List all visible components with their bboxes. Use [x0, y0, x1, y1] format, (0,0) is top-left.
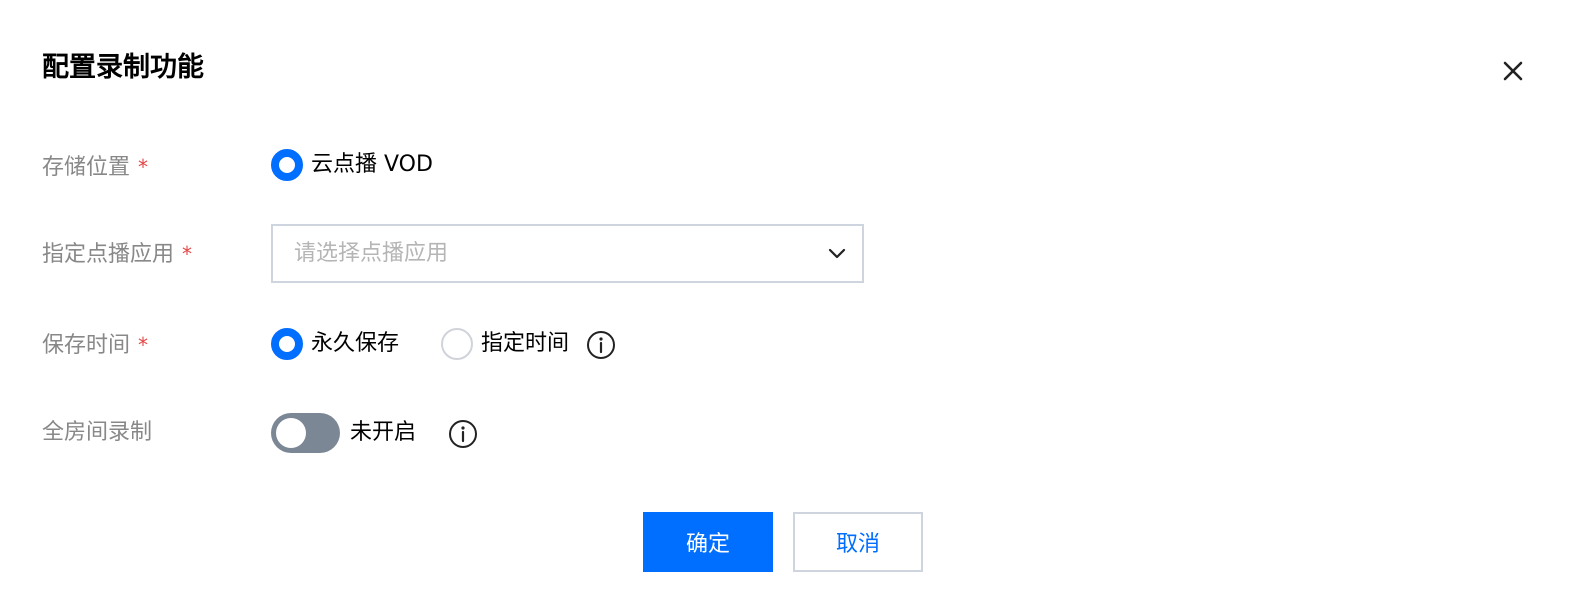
retention-option-custom-label: 指定时间	[481, 331, 570, 356]
radio-unchecked-icon	[441, 328, 473, 360]
record-config-dialog: 配置录制功能 存储位置 * 云点播 VOD 指定点播应用 * 请选择点播应用 保存时…	[0, 0, 1586, 616]
room-recording-status: 未开启	[350, 420, 417, 445]
info-icon[interactable]	[586, 330, 616, 360]
close-icon[interactable]	[1498, 56, 1528, 86]
required-mark: *	[138, 155, 149, 179]
storage-label: 存储位置 *	[42, 152, 148, 183]
vod-app-select[interactable]: 请选择点播应用	[271, 224, 864, 283]
retention-radio-permanent[interactable]: 永久保存	[271, 328, 399, 360]
chevron-down-icon	[828, 248, 846, 259]
confirm-button[interactable]: 确定	[643, 512, 773, 572]
room-recording-toggle[interactable]	[271, 413, 340, 453]
vod-app-label-text: 指定点播应用	[42, 242, 175, 267]
retention-label: 保存时间 *	[42, 330, 148, 361]
info-icon[interactable]	[448, 419, 478, 449]
storage-radio-vod[interactable]: 云点播 VOD	[271, 149, 433, 181]
toggle-knob	[276, 418, 306, 448]
required-mark: *	[138, 333, 149, 357]
cancel-button[interactable]: 取消	[793, 512, 923, 572]
vod-app-select-placeholder: 请选择点播应用	[294, 241, 449, 266]
dialog-title: 配置录制功能	[42, 52, 204, 83]
vod-app-label: 指定点播应用 *	[42, 239, 192, 270]
retention-label-text: 保存时间	[42, 333, 131, 358]
storage-label-text: 存储位置	[42, 155, 131, 180]
required-mark: *	[182, 242, 193, 266]
retention-option-permanent-label: 永久保存	[311, 331, 400, 356]
radio-checked-icon	[271, 149, 303, 181]
radio-checked-icon	[271, 328, 303, 360]
retention-radio-custom[interactable]: 指定时间	[441, 328, 569, 360]
room-recording-label: 全房间录制	[42, 420, 153, 445]
storage-radio-label: 云点播 VOD	[311, 152, 433, 177]
